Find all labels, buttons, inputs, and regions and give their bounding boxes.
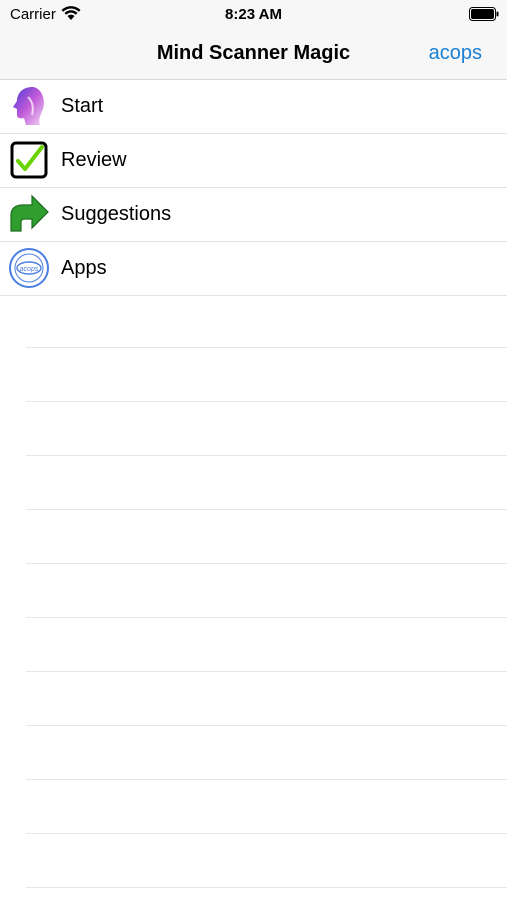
empty-table-rows [26,294,507,888]
empty-row-separator [26,456,507,510]
head-icon [13,87,44,125]
empty-row-separator [26,348,507,402]
empty-row-separator [26,510,507,564]
empty-row-separator [26,402,507,456]
empty-row-separator [26,672,507,726]
checkbox-icon [10,141,48,179]
empty-row-separator [26,618,507,672]
acops-badge-icon: acops [9,248,49,288]
menu-item-label: Suggestions [61,203,172,225]
acops-button[interactable]: acops [429,42,482,65]
menu-item-review[interactable]: Review [0,134,507,188]
badge-text: acops [20,266,39,273]
menu-item-label: Start [61,95,104,117]
menu-item-apps[interactable]: acops Apps [0,242,507,296]
empty-row-separator [26,834,507,888]
navigation-bar: Mind Scanner Magic acops [0,30,507,80]
menu-item-suggestions[interactable]: Suggestions [0,188,507,242]
empty-row-separator [26,564,507,618]
arrow-icon [10,194,49,232]
empty-row-separator [26,780,507,834]
status-time: 8:23 AM [225,6,282,23]
empty-row-separator [26,726,507,780]
menu-item-label: Apps [61,257,107,279]
menu-list: Start Review Suggestions acops Apps [0,80,507,296]
menu-item-start[interactable]: Start [0,80,507,134]
status-bar: Carrier 8:23 AM [0,0,507,30]
menu-item-label: Review [61,149,127,171]
battery-icon [469,7,499,21]
empty-row-separator [26,294,507,348]
